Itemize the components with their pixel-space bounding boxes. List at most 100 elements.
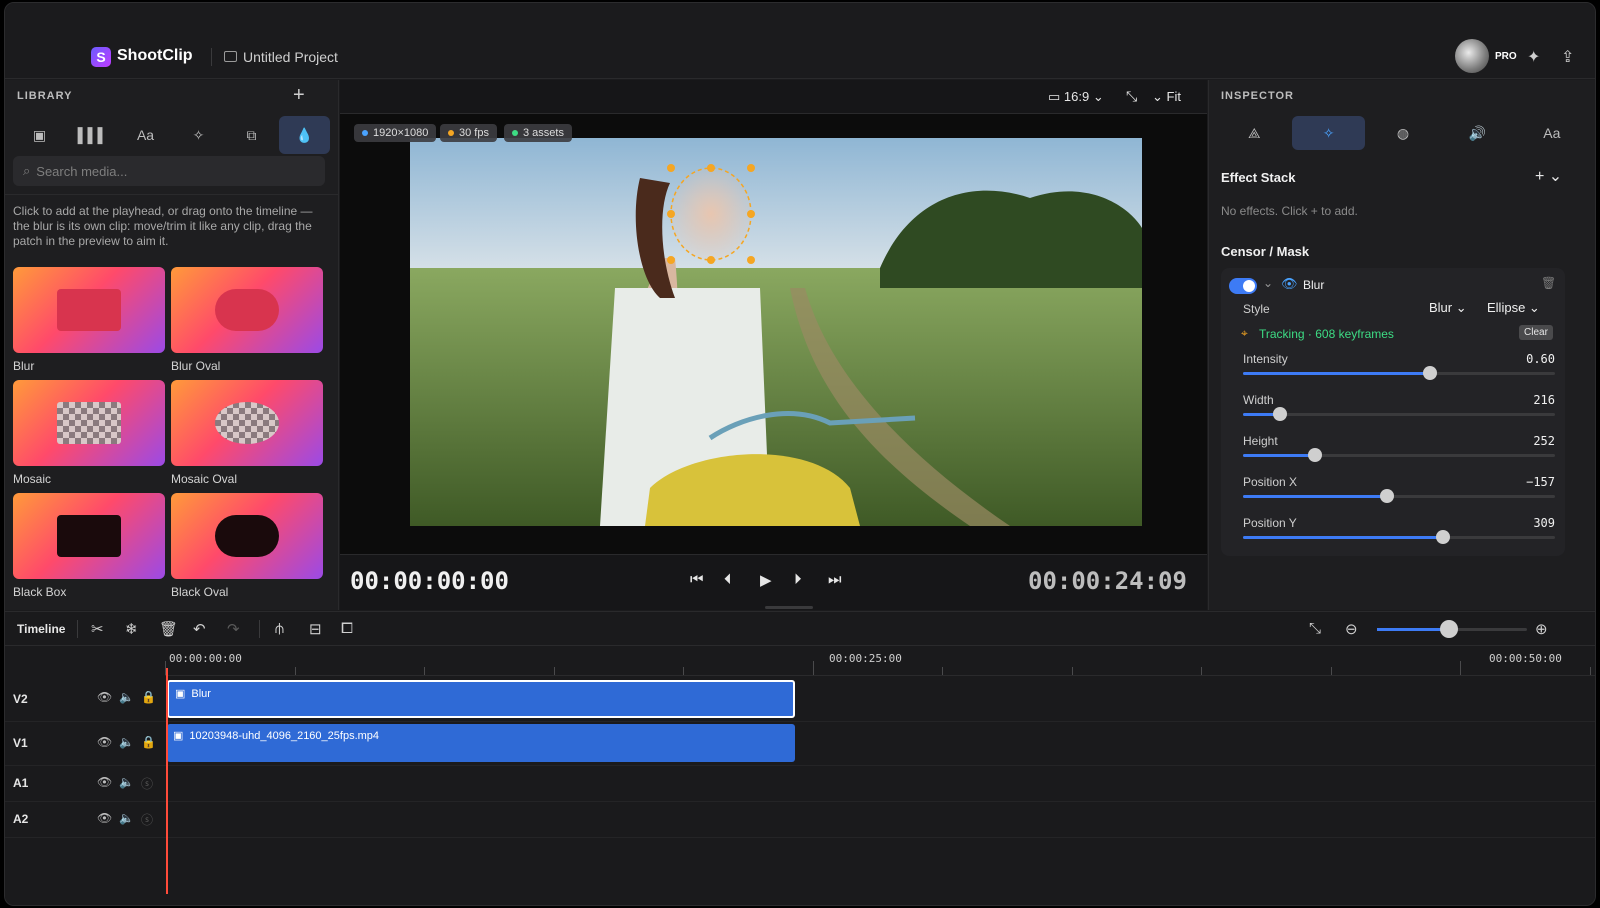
censor-enable-toggle[interactable] [1229,278,1257,294]
undo-icon[interactable]: ↶ [193,620,206,638]
solo-icon[interactable]: ⓢ [141,775,153,792]
panel-resize-handle[interactable] [765,606,813,609]
step-back-button[interactable]: ⏴ [724,571,732,588]
tab-transform[interactable]: ⟁ [1218,116,1290,150]
slider-knob[interactable] [1423,366,1438,380]
tab-effects[interactable]: ✧ [1292,116,1365,150]
inspector-panel: INSPECTOR ⟁ ✧ ◍ 🔊 Aa Effect Stack + ⌄ No… [1208,80,1595,610]
fit-timeline-icon[interactable]: ⤡ [1309,620,1321,637]
playhead[interactable] [166,668,168,894]
effects-icon: ✧ [1322,124,1335,141]
project-name[interactable]: Untitled Project [243,49,338,65]
eye-icon[interactable]: 👁 [1281,276,1298,292]
style-select[interactable]: Blur ⌄ [1429,300,1467,316]
black-box-thumbnail [13,493,165,579]
chevron-down-icon[interactable]: ⌄ [1263,276,1273,290]
slider-track[interactable] [1243,489,1555,503]
video-frame[interactable] [410,138,1142,526]
fit-select[interactable]: ⌄ Fit [1152,89,1181,105]
library-item-mosaic-oval[interactable]: Mosaic Oval [171,380,323,486]
aspect-icon: ▭ [1048,89,1064,104]
clip-icon: ▣ [173,730,184,742]
tab-text[interactable]: Aa [1516,116,1588,150]
library-item-black-box[interactable]: Black Box [13,493,165,599]
slider-track[interactable] [1243,530,1555,544]
expand-icon[interactable]: ⤡ [1126,88,1137,105]
split-icon[interactable]: ⫛ [275,620,284,637]
timeline-clip-blur[interactable]: ▣ Blur [167,680,795,718]
preview-stage[interactable]: 1920×1080 30 fps 3 assets [340,114,1207,554]
freeze-icon[interactable]: ❄ [125,620,138,638]
shape-select[interactable]: Ellipse ⌄ [1487,300,1540,316]
lock-icon[interactable]: 🔒 [141,735,156,749]
zoom-in-icon[interactable]: ⊕ [1535,620,1548,638]
timeline-ruler[interactable]: 00:00:00:00 00:00:25:00 00:00:50:00 [165,646,1595,676]
tab-audio[interactable]: ▌▌▌ [67,116,118,154]
tab-media[interactable]: ▣ [14,116,65,154]
slider-knob[interactable] [1435,530,1450,544]
library-item-blur-oval[interactable]: Blur Oval [171,267,323,373]
title-bar: S ShootClip Untitled Project PRO ✦ ⇪ [5,3,1595,79]
trash-icon[interactable]: 🗑 [1541,276,1556,290]
slider-track[interactable] [1243,407,1555,421]
eye-icon[interactable]: 👁 [97,811,112,825]
play-button[interactable]: ▶ [760,571,772,589]
slider-position-y: Position Y 309 [1243,516,1555,544]
clear-tracking-button[interactable]: Clear [1519,325,1553,340]
trash-icon[interactable]: 🗑 [159,620,178,638]
timeline-clip-video[interactable]: ▣ 10203948-uhd_4096_2160_25fps.mp4 [167,724,795,762]
slider-track[interactable] [1243,448,1555,462]
sparkle-icon[interactable]: ✦ [1527,47,1540,67]
tab-audio[interactable]: 🔊 [1441,116,1513,150]
library-item-blur[interactable]: Blur [13,267,165,373]
slider-knob[interactable] [1307,448,1322,462]
eye-icon[interactable]: 👁 [97,690,112,704]
crop-icon[interactable]: ⧠ [341,620,353,637]
app-name: ShootClip [117,47,193,64]
library-divider [5,194,338,195]
eye-icon[interactable]: 👁 [97,735,112,749]
skip-to-end-button[interactable]: ⏭ [828,571,842,588]
timeline-zoom-slider[interactable] [1377,620,1527,638]
ripple-icon[interactable]: ⊟ [309,620,322,638]
search-input[interactable]: ⌕ Search media... [13,156,325,186]
zoom-knob[interactable] [1440,620,1458,638]
inspector-title: INSPECTOR [1221,90,1294,102]
speaker-icon[interactable]: 🔈 [119,775,134,789]
library-item-mosaic[interactable]: Mosaic [13,380,165,486]
speaker-icon[interactable]: 🔈 [119,735,134,749]
lock-icon[interactable]: 🔒 [141,690,156,704]
speaker-icon[interactable]: 🔈 [119,690,134,704]
speaker-icon[interactable]: 🔈 [119,811,134,825]
blur-rect-shape [57,289,121,331]
slider-intensity: Intensity 0.60 [1243,352,1555,380]
tab-shapes[interactable]: ⧉ [226,116,277,154]
clip-icon: ▣ [175,688,186,700]
tab-effects[interactable]: ✧ [173,116,224,154]
aspect-ratio-select[interactable]: ▭ 16:9 ⌄ [1048,89,1104,105]
slider-knob[interactable] [1273,407,1288,421]
tab-censor[interactable]: 💧 [279,116,330,154]
library-item-black-oval[interactable]: Black Oval [171,493,323,599]
slider-knob[interactable] [1379,489,1394,503]
slider-label: Width [1243,393,1274,407]
library-item-label: Black Box [13,585,67,599]
tab-color[interactable]: ◍ [1367,116,1439,150]
app-logo-icon: S [91,47,111,67]
slider-track[interactable] [1243,366,1555,380]
eye-icon[interactable]: 👁 [97,775,112,789]
tab-text[interactable]: Aa [120,116,171,154]
ruler-tick [683,667,684,675]
step-forward-button[interactable]: ⏵ [794,571,802,588]
solo-icon[interactable]: ⓢ [141,811,153,828]
library-item-label: Black Oval [171,585,229,599]
add-media-button[interactable]: + [293,84,305,107]
zoom-out-icon[interactable]: ⊖ [1345,620,1358,638]
skip-to-start-button[interactable]: ⏮ [690,571,704,588]
avatar[interactable] [1455,39,1489,73]
add-effect-button[interactable]: + ⌄ [1535,166,1562,186]
share-icon[interactable]: ⇪ [1561,47,1574,67]
redo-icon[interactable]: ↷ [227,620,240,638]
slider-fill [1243,536,1443,539]
scissors-icon[interactable]: ✂ [91,620,104,638]
